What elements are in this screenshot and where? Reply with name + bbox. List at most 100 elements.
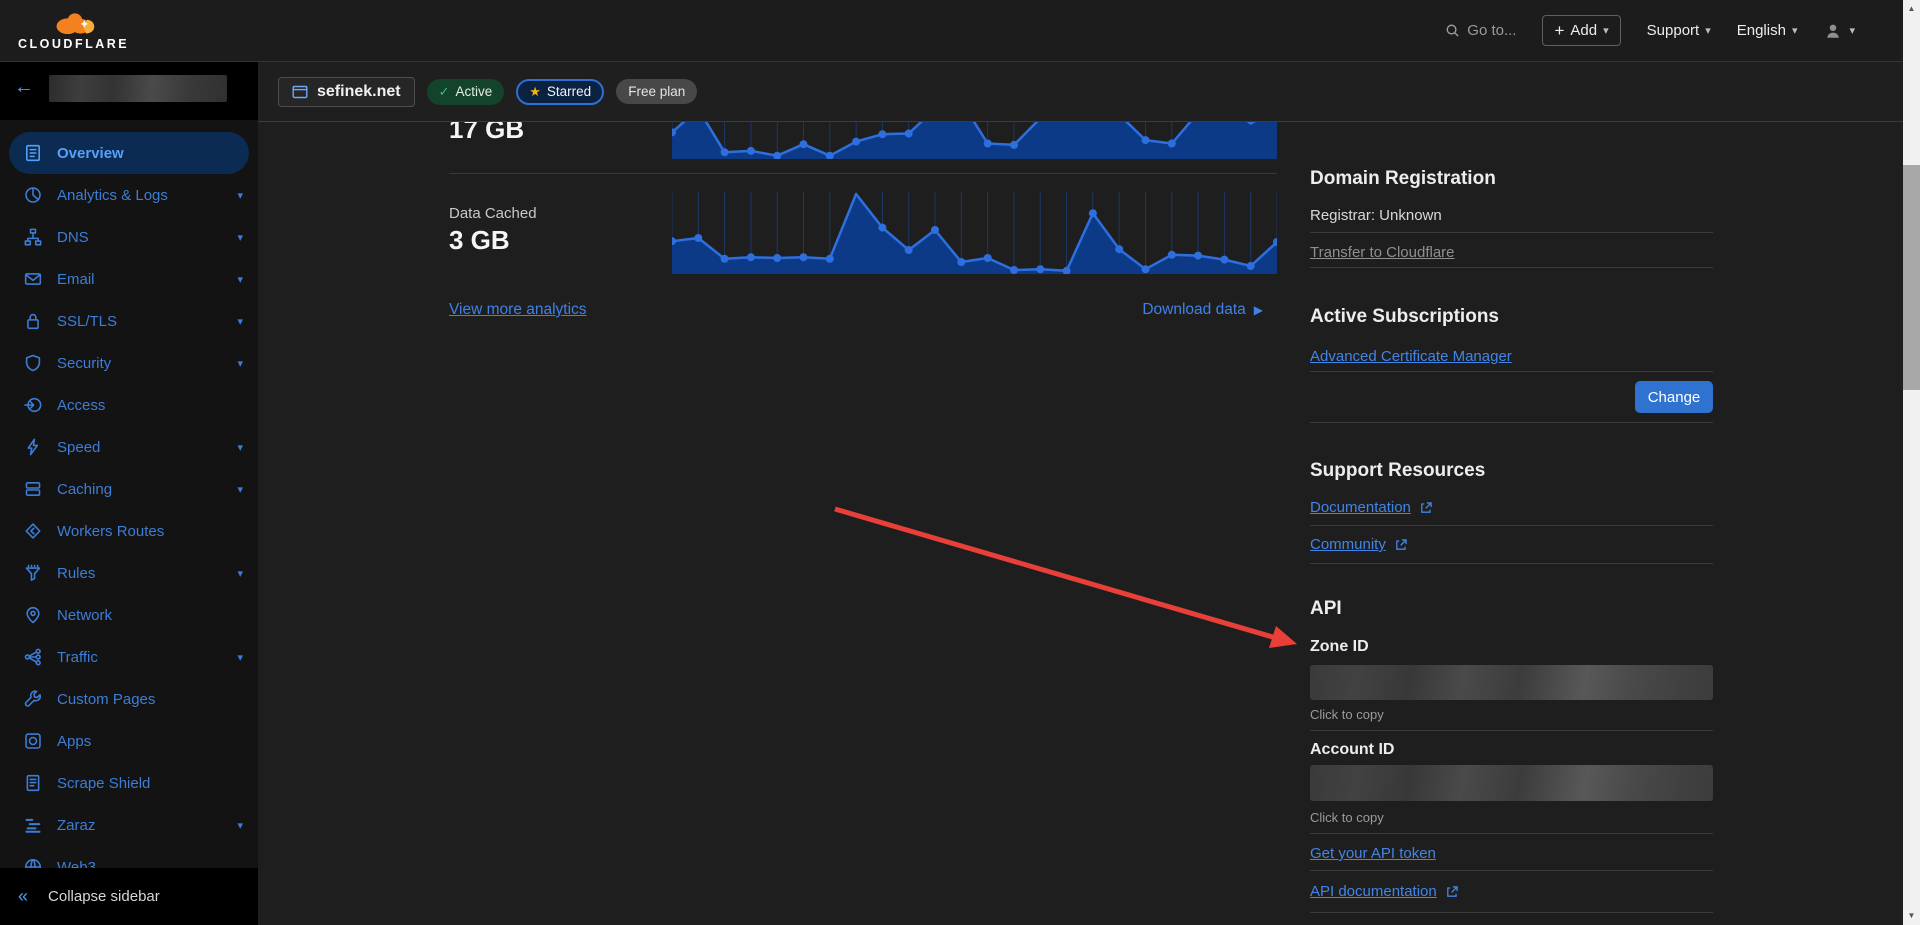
top-bar: CLOUDFLARE Go to... + Add ▾ Support ▾ En… xyxy=(0,0,1903,62)
community-link[interactable]: Community xyxy=(1310,536,1408,553)
document-icon xyxy=(24,774,42,792)
chevron-down-icon: ▾ xyxy=(237,273,243,286)
chevron-down-icon: ▾ xyxy=(237,189,243,202)
scrollbar-thumb[interactable] xyxy=(1903,165,1920,390)
email-icon xyxy=(24,270,42,288)
view-more-analytics-link[interactable]: View more analytics xyxy=(449,301,587,319)
back-arrow-icon[interactable]: ← xyxy=(14,76,34,99)
account-id-label: Account ID xyxy=(1310,741,1394,759)
download-data-label: Download data xyxy=(1142,301,1245,319)
go-to-search[interactable]: Go to... xyxy=(1445,22,1516,39)
chevron-down-icon: ▾ xyxy=(237,819,243,832)
sidebar-item-dns[interactable]: DNS▾ xyxy=(0,216,258,258)
zone-header: sefinek.net ✓ Active ★ Starred Free plan xyxy=(258,62,1903,122)
language-menu[interactable]: English ▾ xyxy=(1737,22,1798,39)
overview-icon xyxy=(24,144,42,162)
collapse-chevrons-icon: « xyxy=(18,886,28,907)
page-scrollbar[interactable]: ▲ ▼ xyxy=(1903,0,1920,925)
plan-badge-label: Free plan xyxy=(628,84,685,99)
transfer-to-cloudflare-link[interactable]: Transfer to Cloudflare xyxy=(1310,244,1455,261)
sidebar-item-label: Email xyxy=(57,271,95,288)
sidebar-item-rules[interactable]: Rules▾ xyxy=(0,552,258,594)
bolt-icon xyxy=(24,438,42,456)
sidebar-item-overview[interactable]: Overview xyxy=(9,132,249,174)
sidebar: ← OverviewAnalytics & Logs▾DNS▾Email▾SSL… xyxy=(0,62,258,925)
access-login-icon xyxy=(24,396,42,414)
sidebar-item-analytics-logs[interactable]: Analytics & Logs ▾ xyxy=(0,174,258,216)
cloudflare-logo[interactable]: CLOUDFLARE xyxy=(18,10,129,51)
collapse-sidebar-label: Collapse sidebar xyxy=(48,888,160,905)
account-id-value-redacted[interactable] xyxy=(1310,765,1713,801)
divider xyxy=(1310,525,1713,526)
scroll-up-icon[interactable]: ▲ xyxy=(1903,4,1920,14)
starred-badge[interactable]: ★ Starred xyxy=(516,79,604,105)
change-button[interactable]: Change xyxy=(1635,381,1713,413)
add-button[interactable]: + Add ▾ xyxy=(1542,15,1620,46)
account-menu[interactable]: ▾ xyxy=(1823,22,1855,40)
cloudflare-logo-text: CLOUDFLARE xyxy=(18,37,129,51)
browser-window-icon xyxy=(292,84,308,100)
collapse-sidebar-button[interactable]: « Collapse sidebar xyxy=(0,868,258,925)
plus-icon: + xyxy=(1554,25,1564,37)
sidebar-item-apps[interactable]: Apps xyxy=(0,720,258,762)
api-documentation-link[interactable]: API documentation xyxy=(1310,883,1459,900)
zone-id-label: Zone ID xyxy=(1310,638,1369,656)
divider xyxy=(1310,563,1713,564)
sidebar-item-caching[interactable]: Caching▾ xyxy=(0,468,258,510)
chevron-down-icon: ▾ xyxy=(1603,24,1609,37)
wrench-icon xyxy=(24,690,42,708)
documentation-link[interactable]: Documentation xyxy=(1310,499,1433,516)
add-label: Add xyxy=(1570,22,1597,39)
scroll-down-icon[interactable]: ▼ xyxy=(1903,911,1920,921)
external-link-icon xyxy=(1394,538,1408,552)
sidebar-item-label: DNS xyxy=(57,229,89,246)
sidebar-item-custom-pages[interactable]: Custom Pages xyxy=(0,678,258,720)
chevron-down-icon: ▾ xyxy=(1705,24,1711,37)
shield-icon xyxy=(24,354,42,372)
get-api-token-link[interactable]: Get your API token xyxy=(1310,845,1436,862)
sidebar-item-label: Caching xyxy=(57,481,112,498)
sidebar-item-security[interactable]: Security▾ xyxy=(0,342,258,384)
active-subscriptions-title: Active Subscriptions xyxy=(1310,306,1499,328)
sidebar-item-zaraz[interactable]: Zaraz▾ xyxy=(0,804,258,846)
sidebar-item-speed[interactable]: Speed▾ xyxy=(0,426,258,468)
chevron-down-icon: ▾ xyxy=(237,567,243,580)
workers-icon xyxy=(24,522,42,540)
data-cached-label: Data Cached xyxy=(449,205,537,222)
external-link-icon xyxy=(1445,885,1459,899)
data-served-chart xyxy=(672,122,1277,159)
dns-icon xyxy=(24,228,42,246)
zone-selector[interactable]: sefinek.net xyxy=(278,77,415,107)
cloudflare-dashboard: CLOUDFLARE Go to... + Add ▾ Support ▾ En… xyxy=(0,0,1920,925)
star-icon: ★ xyxy=(529,84,541,100)
search-icon xyxy=(1445,23,1460,38)
download-data-link[interactable]: Download data ▶ xyxy=(1142,301,1263,319)
registrar-text: Registrar: Unknown xyxy=(1310,207,1442,224)
sidebar-item-scrape-shield[interactable]: Scrape Shield xyxy=(0,762,258,804)
divider xyxy=(1310,371,1713,372)
sidebar-item-label: Analytics & Logs xyxy=(57,187,168,204)
sidebar-item-email[interactable]: Email ▾ xyxy=(0,258,258,300)
sidebar-item-access[interactable]: Access xyxy=(0,384,258,426)
divider xyxy=(449,173,1277,174)
sidebar-item-label: Scrape Shield xyxy=(57,775,150,792)
sidebar-item-workers-routes[interactable]: Workers Routes xyxy=(0,510,258,552)
sidebar-item-label: Overview xyxy=(57,145,124,162)
chevron-down-icon: ▾ xyxy=(1849,24,1855,37)
sidebar-zone-header: ← xyxy=(0,62,258,120)
sidebar-item-traffic[interactable]: Traffic▾ xyxy=(0,636,258,678)
divider xyxy=(1310,730,1713,731)
sidebar-item-label: Custom Pages xyxy=(57,691,155,708)
sidebar-item-label: SSL/TLS xyxy=(57,313,117,330)
support-menu[interactable]: Support ▾ xyxy=(1647,22,1711,39)
zone-id-value-redacted[interactable] xyxy=(1310,665,1713,700)
sidebar-item-network[interactable]: Network xyxy=(0,594,258,636)
person-icon xyxy=(1823,22,1843,40)
sidebar-item-label: Traffic xyxy=(57,649,98,666)
advanced-certificate-manager-link[interactable]: Advanced Certificate Manager xyxy=(1310,348,1512,365)
divider xyxy=(1310,833,1713,834)
pin-icon xyxy=(24,606,42,624)
zone-id-copy-hint: Click to copy xyxy=(1310,707,1384,722)
go-to-label: Go to... xyxy=(1467,22,1516,39)
sidebar-item-ssl-tls[interactable]: SSL/TLS▾ xyxy=(0,300,258,342)
